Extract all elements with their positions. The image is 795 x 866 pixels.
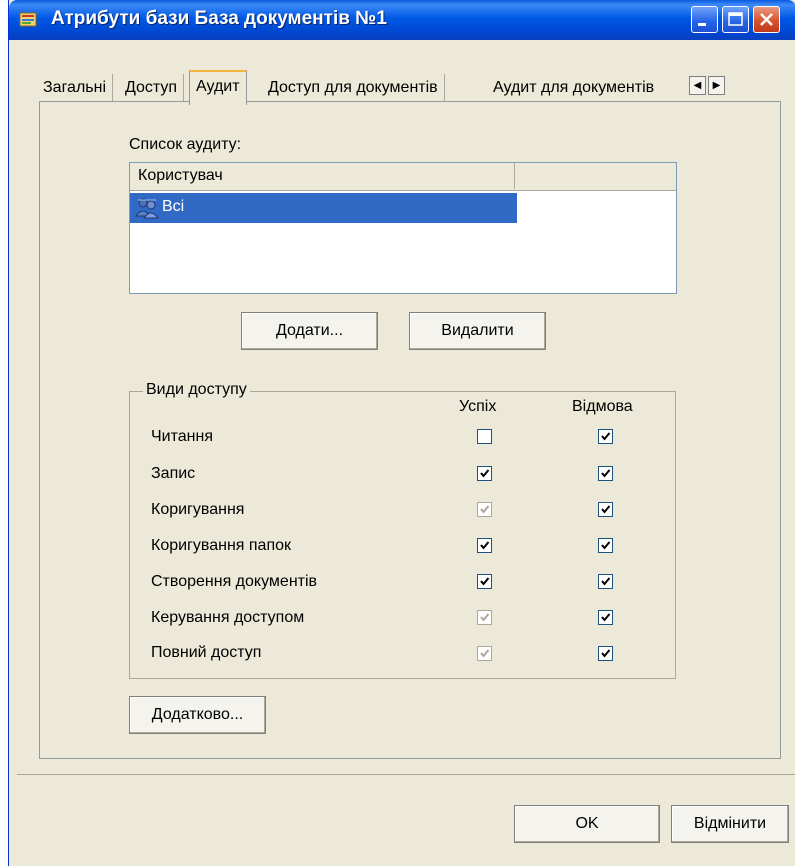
checkmark-icon xyxy=(480,577,490,586)
column-header-user[interactable]: Користувач xyxy=(130,163,515,189)
tab-document-audit[interactable]: Аудит для документів xyxy=(487,74,695,102)
advanced-button[interactable]: Додатково... xyxy=(129,696,266,734)
checkmark-icon xyxy=(601,432,611,441)
failure-column-header: Відмова xyxy=(572,398,633,415)
list-header: Користувач xyxy=(130,163,676,191)
minimize-button[interactable] xyxy=(691,6,718,33)
checkmark-icon xyxy=(480,541,490,550)
access-row-label: Запис xyxy=(151,465,196,482)
access-row-label: Читання xyxy=(151,428,213,445)
close-icon xyxy=(760,13,773,26)
tab-scroll-left-button[interactable]: ◀ xyxy=(689,76,706,95)
tab-access[interactable]: Доступ xyxy=(119,74,185,102)
ok-button[interactable]: OK xyxy=(514,805,660,843)
checkmark-icon xyxy=(601,541,611,550)
tab-audit[interactable]: Аудит xyxy=(189,70,247,105)
users-group-icon xyxy=(135,198,159,219)
arrow-left-icon: ◀ xyxy=(693,80,702,91)
close-button[interactable] xyxy=(753,6,780,33)
checkmark-icon xyxy=(601,577,611,586)
maximize-icon xyxy=(728,12,743,26)
failure-checkbox[interactable] xyxy=(598,610,613,625)
success-column-header: Успіх xyxy=(459,398,497,415)
success-checkbox[interactable] xyxy=(477,574,492,589)
checkmark-icon xyxy=(480,469,490,478)
failure-checkbox[interactable] xyxy=(598,646,613,661)
audit-list-label: Список аудиту: xyxy=(129,136,242,153)
access-row-label: Повний доступ xyxy=(151,644,262,661)
checkmark-icon xyxy=(601,649,611,658)
success-checkbox[interactable] xyxy=(477,429,492,444)
dialog-window: Атрибути бази База документів №1 Загальн… xyxy=(8,0,795,866)
window-title: Атрибути бази База документів №1 xyxy=(51,8,387,29)
success-checkbox xyxy=(477,646,492,661)
arrow-right-icon: ▶ xyxy=(712,80,721,91)
tab-label: Доступ xyxy=(125,79,178,96)
success-checkbox xyxy=(477,610,492,625)
tab-label: Аудит для документів xyxy=(493,79,655,96)
checkmark-icon xyxy=(601,505,611,514)
audit-list[interactable]: Користувач Всі xyxy=(129,162,677,294)
remove-button[interactable]: Видалити xyxy=(409,312,546,350)
failure-checkbox[interactable] xyxy=(598,538,613,553)
cancel-button[interactable]: Відмінити xyxy=(671,805,789,843)
access-row-label: Коригування xyxy=(151,501,245,518)
add-button[interactable]: Додати... xyxy=(241,312,378,350)
success-checkbox[interactable] xyxy=(477,538,492,553)
success-checkbox[interactable] xyxy=(477,466,492,481)
title-bar[interactable]: Атрибути бази База документів №1 xyxy=(9,0,795,40)
failure-checkbox[interactable] xyxy=(598,574,613,589)
list-item[interactable]: Всі xyxy=(130,193,517,223)
checkmark-icon xyxy=(480,505,490,514)
tab-strip: Загальні Доступ Аудит Доступ для докумен… xyxy=(37,70,782,105)
list-item-label: Всі xyxy=(162,198,185,215)
tab-label: Загальні xyxy=(43,79,107,96)
access-row-label: Коригування папок xyxy=(151,537,292,554)
tab-label: Аудит xyxy=(196,78,240,95)
access-row-label: Керування доступом xyxy=(151,609,305,626)
checkmark-icon xyxy=(601,469,611,478)
access-row-label: Створення документів xyxy=(151,573,318,590)
failure-checkbox[interactable] xyxy=(598,502,613,517)
database-icon xyxy=(19,12,37,27)
failure-checkbox[interactable] xyxy=(598,429,613,444)
tab-label: Доступ для документів xyxy=(268,79,438,96)
failure-checkbox[interactable] xyxy=(598,466,613,481)
tab-scroll-right-button[interactable]: ▶ xyxy=(708,76,725,95)
maximize-button[interactable] xyxy=(722,6,749,33)
checkmark-icon xyxy=(480,613,490,622)
success-checkbox xyxy=(477,502,492,517)
access-types-title: Види доступу xyxy=(143,381,250,399)
footer-divider xyxy=(17,774,795,775)
checkmark-icon xyxy=(480,649,490,658)
tab-document-access[interactable]: Доступ для документів xyxy=(262,74,445,102)
checkmark-icon xyxy=(601,613,611,622)
minimize-icon xyxy=(698,23,706,26)
tab-general[interactable]: Загальні xyxy=(37,74,114,102)
